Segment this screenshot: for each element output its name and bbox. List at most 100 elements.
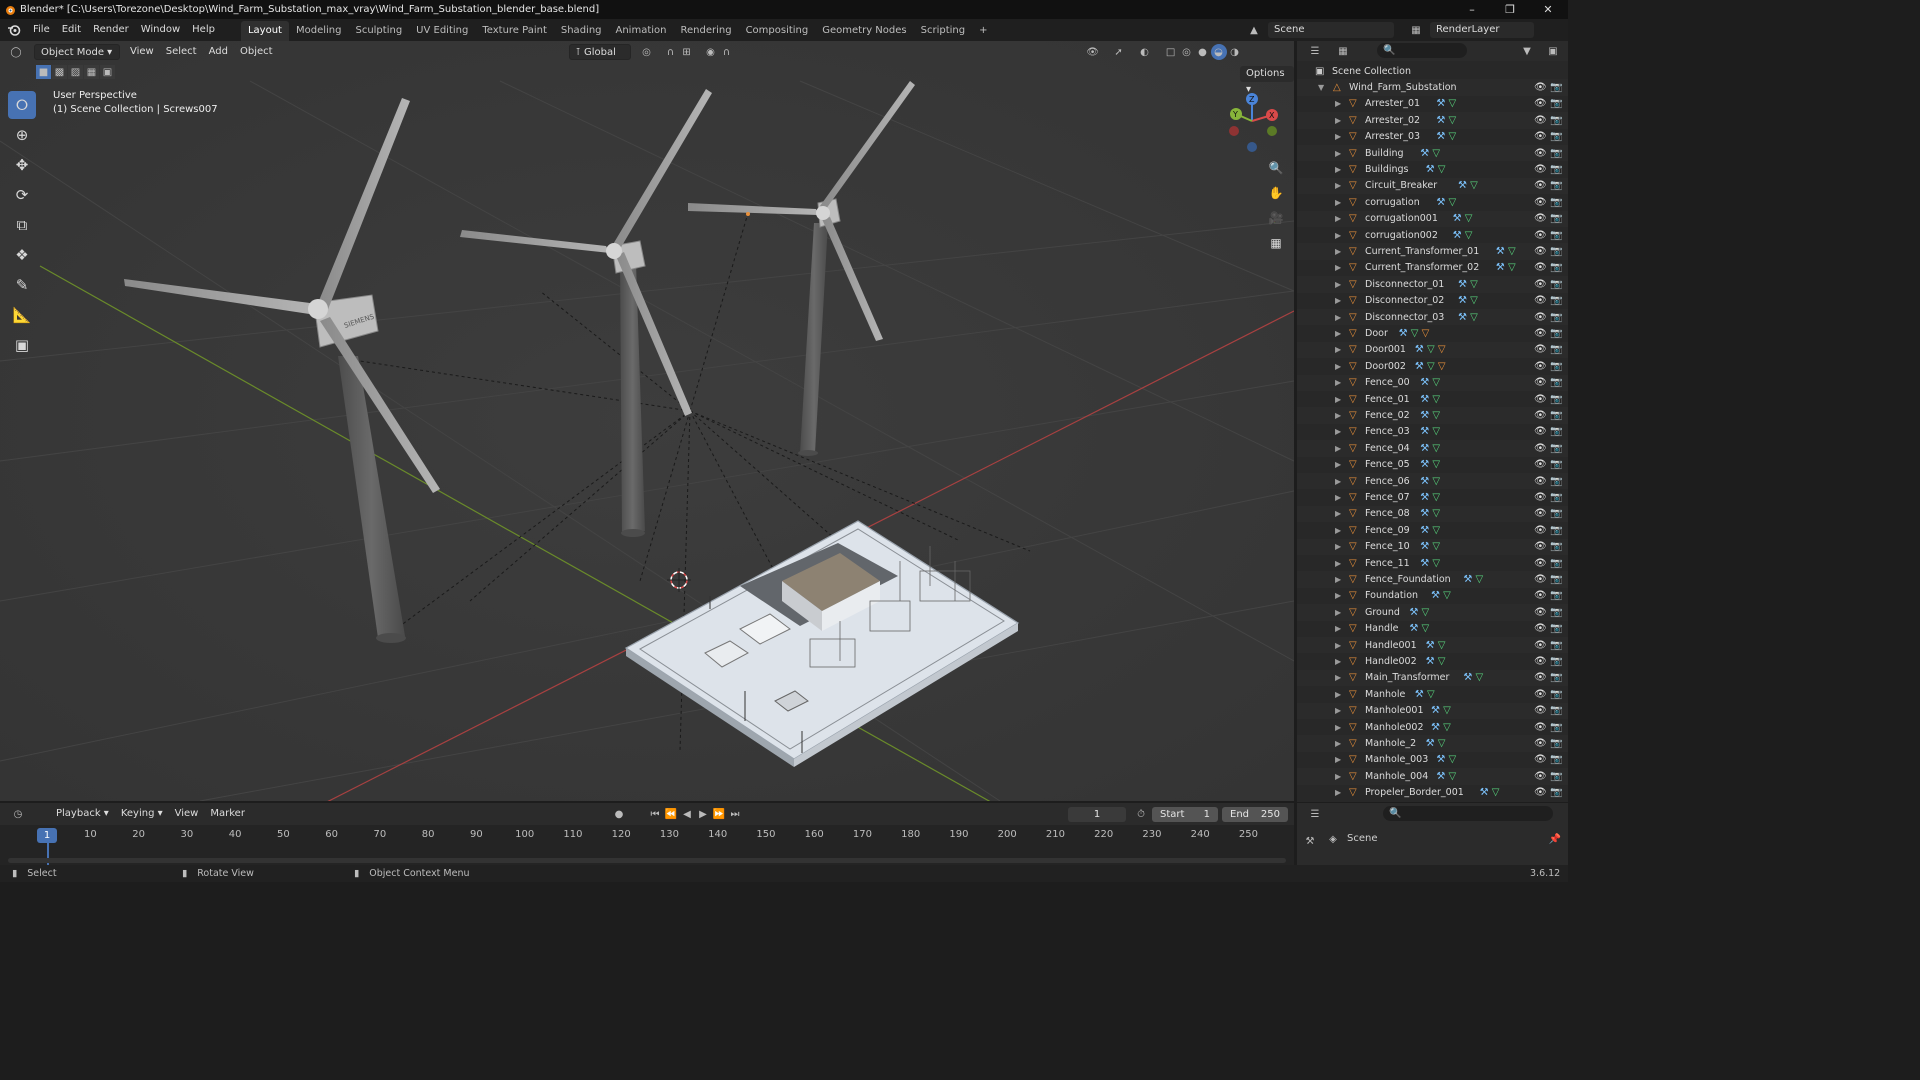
visibility-eye-icon[interactable]: 👁 bbox=[1534, 492, 1547, 503]
outliner-row[interactable]: ▶ ▽ Manhole002 ⚒ ▽ 👁 📷 bbox=[1297, 719, 1568, 735]
visibility-eye-icon[interactable]: 👁 bbox=[1534, 426, 1547, 437]
visibility-eye-icon[interactable]: 👁 bbox=[1534, 738, 1547, 749]
visibility-eye-icon[interactable]: 👁 bbox=[1534, 705, 1547, 716]
wireframe-shading-icon[interactable]: ◎ bbox=[1179, 44, 1195, 60]
visibility-eye-icon[interactable]: 👁 bbox=[1534, 410, 1547, 421]
outliner-row[interactable]: ▶ ▽ Fence_04 ⚒ ▽ 👁 📷 bbox=[1297, 440, 1568, 457]
modifier-icons[interactable]: ⚒ ▽ bbox=[1436, 131, 1456, 142]
render-camera-icon[interactable]: 📷 bbox=[1550, 312, 1562, 323]
outliner-row[interactable]: ▶ ▽ Foundation ⚒ ▽ 👁 📷 bbox=[1297, 588, 1568, 604]
render-camera-icon[interactable]: 📷 bbox=[1550, 656, 1562, 667]
wrench-modifier-icon[interactable]: ⚒ bbox=[1496, 262, 1508, 273]
menu-select[interactable]: Select bbox=[160, 44, 203, 60]
expand-icon[interactable]: ▶ bbox=[1335, 214, 1341, 223]
mode-selector[interactable]: Object Mode ▾ bbox=[34, 44, 120, 60]
mesh-data-icon[interactable]: ▽ bbox=[1476, 672, 1484, 683]
jump-end-icon[interactable]: ⏭ bbox=[727, 806, 743, 822]
outliner-row[interactable]: ▶ ▽ corrugation001 ⚒ ▽ 👁 📷 bbox=[1297, 210, 1568, 227]
filter-icon[interactable]: ▼ bbox=[1519, 43, 1535, 59]
outliner-row[interactable]: ▶ ▽ Fence_Foundation ⚒ ▽ 👁 📷 bbox=[1297, 571, 1568, 588]
wrench-modifier-icon[interactable]: ⚒ bbox=[1453, 213, 1465, 224]
mesh-data-icon[interactable]: ▽ bbox=[1508, 262, 1516, 273]
mesh-data-icon[interactable]: ▽ bbox=[1422, 607, 1430, 618]
outliner-row-wind-farm[interactable]: ▼ △ Wind_Farm_Substation 👁 📷 bbox=[1297, 79, 1568, 96]
expand-icon[interactable]: ▶ bbox=[1335, 378, 1341, 387]
falloff-icon[interactable]: ∩ bbox=[719, 44, 735, 60]
wrench-modifier-icon[interactable]: ⚒ bbox=[1458, 279, 1470, 290]
options-dropdown[interactable]: Options ▾ bbox=[1240, 66, 1294, 95]
wrench-modifier-icon[interactable]: ⚒ bbox=[1426, 738, 1438, 749]
wrench-modifier-icon[interactable]: ⚒ bbox=[1463, 574, 1475, 585]
visibility-eye-icon[interactable]: 👁 bbox=[1534, 115, 1547, 126]
outliner-row[interactable]: ▶ ▽ Fence_10 ⚒ ▽ 👁 📷 bbox=[1297, 538, 1568, 555]
tab-scripting[interactable]: Scripting bbox=[914, 21, 972, 41]
outliner-row[interactable]: ▶ ▽ Arrester_03 ⚒ ▽ 👁 📷 bbox=[1297, 129, 1568, 145]
expand-icon[interactable]: ▶ bbox=[1335, 477, 1341, 486]
render-camera-icon[interactable]: 📷 bbox=[1550, 148, 1562, 159]
visibility-eye-icon[interactable]: 👁 bbox=[1534, 312, 1547, 323]
visibility-eye-icon[interactable]: 👁 bbox=[1534, 722, 1547, 733]
tab-animation[interactable]: Animation bbox=[609, 21, 674, 41]
expand-icon[interactable]: ▶ bbox=[1335, 280, 1341, 289]
mesh-data-icon[interactable]: ▽ bbox=[1449, 754, 1457, 765]
modifier-icons[interactable]: ⚒ ▽ bbox=[1420, 394, 1440, 405]
tab-layout[interactable]: Layout bbox=[240, 21, 289, 41]
modifier-icons[interactable]: ⚒ ▽ bbox=[1420, 443, 1440, 454]
scale-tool-icon[interactable]: ⧉ bbox=[8, 211, 36, 239]
visibility-eye-icon[interactable]: 👁 bbox=[1534, 279, 1547, 290]
expand-icon[interactable]: ▶ bbox=[1335, 608, 1341, 617]
menu-help[interactable]: Help bbox=[186, 19, 221, 41]
wrench-modifier-icon[interactable]: ⚒ bbox=[1426, 656, 1438, 667]
expand-icon[interactable]: ▶ bbox=[1335, 165, 1341, 174]
render-camera-icon[interactable]: 📷 bbox=[1550, 558, 1562, 569]
visibility-eye-icon[interactable]: 👁 bbox=[1534, 525, 1547, 536]
modifier-icons[interactable]: ⚒ ▽ bbox=[1420, 377, 1440, 388]
snap-icon[interactable]: ∩ bbox=[663, 44, 679, 60]
modifier-icons[interactable]: ⚒ ▽ ▽ bbox=[1399, 328, 1430, 339]
new-collection-icon[interactable]: ▣ bbox=[1545, 43, 1561, 59]
outliner-row[interactable]: ▶ ▽ Handle001 ⚒ ▽ 👁 📷 bbox=[1297, 637, 1568, 654]
timeline-editor-icon[interactable]: ◷ bbox=[10, 806, 26, 822]
visibility-eye-icon[interactable]: 👁 bbox=[1534, 459, 1547, 470]
visibility-eye-icon[interactable]: 👁 bbox=[1534, 787, 1547, 798]
expand-icon[interactable]: ▶ bbox=[1335, 788, 1341, 797]
modifier-icons[interactable]: ⚒ ▽ ▽ bbox=[1415, 361, 1446, 372]
wrench-modifier-icon[interactable]: ⚒ bbox=[1458, 295, 1470, 306]
visibility-eye-icon[interactable]: 👁 bbox=[1534, 82, 1547, 93]
visibility-eye-icon[interactable]: 👁 bbox=[1534, 574, 1547, 585]
expand-icon[interactable]: ▶ bbox=[1335, 149, 1341, 158]
expand-icon[interactable]: ▶ bbox=[1335, 673, 1341, 682]
render-camera-icon[interactable]: 📷 bbox=[1550, 328, 1562, 339]
render-camera-icon[interactable]: 📷 bbox=[1550, 82, 1562, 93]
add-cube-tool-icon[interactable]: ▣ bbox=[8, 331, 36, 359]
modifier-icons[interactable]: ⚒ ▽ bbox=[1420, 508, 1440, 519]
child-object-icon[interactable]: ▽ bbox=[1435, 361, 1446, 372]
outliner-row[interactable]: ▶ ▽ Fence_03 ⚒ ▽ 👁 📷 bbox=[1297, 424, 1568, 440]
visibility-eye-icon[interactable]: 👁 bbox=[1534, 771, 1547, 782]
wrench-modifier-icon[interactable]: ⚒ bbox=[1415, 689, 1427, 700]
outliner-row[interactable]: ▶ ▽ Manhole_004 ⚒ ▽ 👁 📷 bbox=[1297, 768, 1568, 785]
outliner-row[interactable]: ▶ ▽ Fence_11 ⚒ ▽ 👁 📷 bbox=[1297, 555, 1568, 571]
modifier-icons[interactable]: ⚒ ▽ bbox=[1436, 115, 1456, 126]
outliner-row[interactable]: ▶ ▽ Disconnector_01 ⚒ ▽ 👁 📷 bbox=[1297, 276, 1568, 293]
tab-geometry-nodes[interactable]: Geometry Nodes bbox=[815, 21, 913, 41]
render-camera-icon[interactable]: 📷 bbox=[1550, 689, 1562, 700]
outliner-search-input[interactable]: 🔍 bbox=[1377, 43, 1467, 58]
render-camera-icon[interactable]: 📷 bbox=[1550, 492, 1562, 503]
move-tool-icon[interactable]: ✥ bbox=[8, 151, 36, 179]
visibility-eye-icon[interactable]: 👁 bbox=[1534, 197, 1547, 208]
mesh-data-icon[interactable]: ▽ bbox=[1432, 410, 1440, 421]
mesh-data-icon[interactable]: ▽ bbox=[1438, 656, 1446, 667]
mesh-data-icon[interactable]: ▽ bbox=[1470, 279, 1478, 290]
expand-icon[interactable]: ▶ bbox=[1335, 739, 1341, 748]
render-camera-icon[interactable]: 📷 bbox=[1550, 787, 1562, 798]
mesh-data-icon[interactable]: ▽ bbox=[1432, 443, 1440, 454]
outliner-row[interactable]: ▶ ▽ Manhole_2 ⚒ ▽ 👁 📷 bbox=[1297, 735, 1568, 752]
modifier-icons[interactable]: ⚒ ▽ bbox=[1431, 705, 1451, 716]
wrench-modifier-icon[interactable]: ⚒ bbox=[1420, 541, 1432, 552]
expand-icon[interactable]: ▶ bbox=[1335, 591, 1341, 600]
mesh-data-icon[interactable]: ▽ bbox=[1432, 148, 1440, 159]
modifier-icons[interactable]: ⚒ ▽ bbox=[1420, 558, 1440, 569]
visibility-eye-icon[interactable]: 👁 bbox=[1534, 98, 1547, 109]
editor-type-icon[interactable]: ◯ bbox=[8, 44, 24, 60]
